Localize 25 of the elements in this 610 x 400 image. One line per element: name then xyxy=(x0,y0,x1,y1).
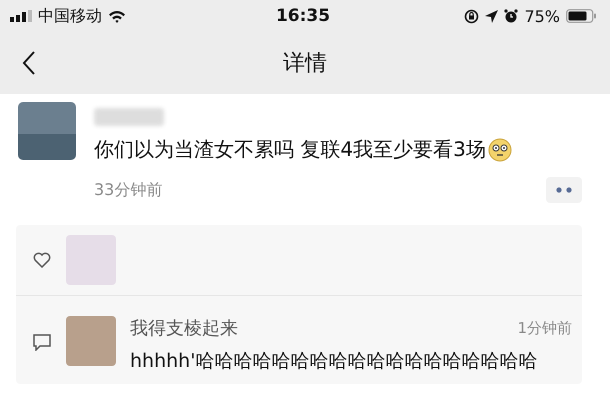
clock-time: 16:35 xyxy=(276,6,330,26)
commenter-name[interactable]: 我得支棱起来 xyxy=(130,316,238,340)
liker-avatar[interactable] xyxy=(66,235,116,285)
rotation-lock-icon xyxy=(464,8,480,24)
carrier-name: 中国移动 xyxy=(38,6,102,26)
comment-icon xyxy=(33,334,51,351)
battery-icon xyxy=(566,9,596,23)
more-button[interactable] xyxy=(546,177,582,203)
comment-text: hhhhh'哈哈哈哈哈哈哈哈哈哈哈哈哈哈哈哈哈哈 xyxy=(130,349,538,374)
heart-icon xyxy=(33,252,51,268)
page-title: 详情 xyxy=(283,50,327,78)
battery-percent: 75% xyxy=(524,6,560,26)
avatar-photo[interactable] xyxy=(18,102,76,160)
location-arrow-icon xyxy=(485,10,498,22)
back-icon xyxy=(22,51,36,75)
dots-icon xyxy=(556,187,572,193)
alarm-clock-icon xyxy=(504,9,518,23)
post-time: 33分钟前 xyxy=(94,180,162,200)
blurred-name xyxy=(94,108,164,126)
comment-time: 1分钟前 xyxy=(517,318,572,338)
emoji-icon xyxy=(488,138,512,162)
wifi-icon xyxy=(108,10,126,22)
signal-icon xyxy=(10,10,32,22)
commenter-avatar[interactable] xyxy=(66,316,116,366)
post-text: 你们以为当渣女不累吗 复联4我至少要看3场 xyxy=(94,136,486,163)
